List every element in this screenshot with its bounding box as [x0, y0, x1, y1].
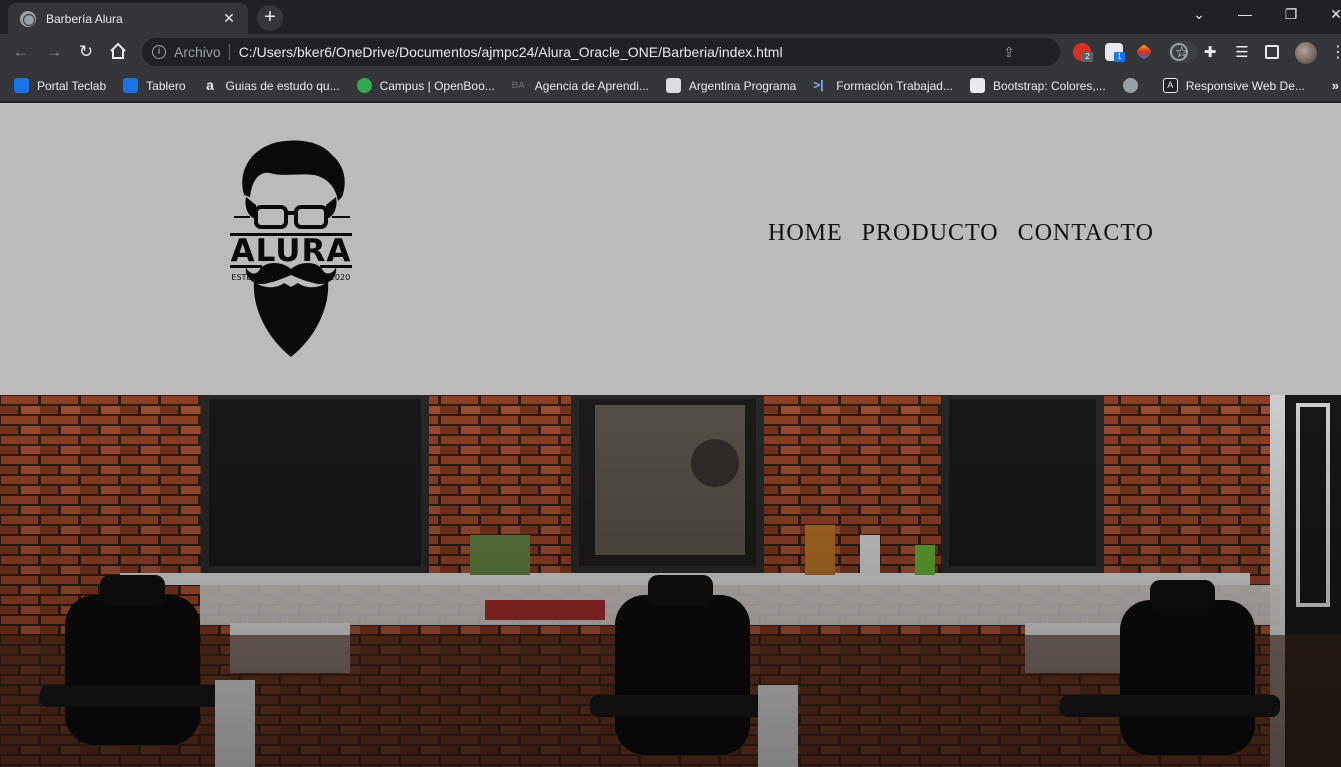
- browser-tab[interactable]: Barbería Alura ✕: [8, 3, 248, 34]
- chat-icon: [356, 78, 372, 93]
- tab-strip: Barbería Alura ✕ + ⌄ — ❐ ✕: [0, 0, 1341, 34]
- side-panel-icon[interactable]: [1265, 45, 1279, 59]
- bookmarks-overflow-button[interactable]: »: [1332, 78, 1339, 93]
- bookmark-label: Tablero: [146, 78, 186, 93]
- reading-list-icon[interactable]: ☰: [1233, 43, 1251, 61]
- home-icon: [110, 42, 126, 59]
- share-icon[interactable]: ⇪: [1000, 44, 1018, 61]
- new-tab-button[interactable]: +: [257, 5, 283, 31]
- bookmark-label: Campus | OpenBoo...: [379, 78, 495, 93]
- bookmark-item[interactable]: Bootstrap: Colores,...: [969, 78, 1106, 93]
- reload-button[interactable]: ↻: [75, 42, 97, 64]
- scheme-label: Archivo: [174, 44, 221, 60]
- bookmark-item[interactable]: Campus | OpenBoo...: [356, 78, 495, 93]
- hero-image: [0, 395, 1341, 767]
- bookmark-item[interactable]: Argentina Programa: [665, 78, 797, 93]
- bookmarks-bar: Portal Teclab Tablero a Guias de estudo …: [0, 70, 1341, 102]
- extension-badge: 2: [1082, 52, 1093, 62]
- bookmark-label: Bootstrap: Colores,...: [992, 78, 1106, 93]
- web-page: ALURA ESTD 2020 HOME PRODUCTO CONTACTO: [0, 103, 1341, 767]
- ba-icon: BA: [511, 80, 525, 90]
- forward-button[interactable]: →: [43, 42, 65, 64]
- barbershop-photo: [0, 395, 1341, 767]
- bookmark-label: Guias de estudo qu...: [225, 78, 340, 93]
- restore-button[interactable]: ❐: [1281, 6, 1301, 23]
- bookmark-item[interactable]: Tablero: [123, 78, 186, 93]
- bookmark-item[interactable]: BA Agencia de Aprendi...: [512, 78, 649, 93]
- address-bar[interactable]: i Archivo C:/Users/bker6/OneDrive/Docume…: [142, 38, 1198, 66]
- bookmark-label: Argentina Programa: [688, 78, 797, 93]
- terminal-icon: [665, 78, 681, 93]
- brackets-icon: >|: [813, 78, 824, 92]
- nav-home-link[interactable]: HOME: [768, 220, 843, 247]
- close-tab-icon[interactable]: ✕: [220, 10, 238, 27]
- alura-logo[interactable]: ALURA ESTD 2020: [226, 137, 356, 359]
- minimize-button[interactable]: —: [1235, 6, 1255, 22]
- extensions-puzzle-icon[interactable]: ✚: [1201, 43, 1219, 61]
- omnibox-divider: [228, 44, 230, 60]
- nav-producto-link[interactable]: PRODUCTO: [862, 220, 999, 247]
- bookmark-label: Portal Teclab: [37, 78, 107, 93]
- home-button[interactable]: [107, 42, 129, 64]
- bookmark-item[interactable]: >| Formación Trabajad...: [813, 78, 953, 93]
- bookmark-label: Agencia de Aprendi...: [534, 78, 649, 93]
- globe-icon: [20, 10, 36, 27]
- extension-red-icon[interactable]: 2: [1073, 43, 1093, 62]
- bookmark-label: Responsive Web De...: [1185, 78, 1305, 93]
- info-icon[interactable]: i: [152, 45, 166, 59]
- extension-c-icon[interactable]: [1170, 43, 1188, 61]
- url-text[interactable]: C:/Users/bker6/OneDrive/Documentos/ajmpc…: [239, 44, 783, 60]
- bookmark-item[interactable]: [1122, 78, 1146, 93]
- extension-video-icon[interactable]: 1: [1105, 43, 1125, 62]
- browser-toolbar: ← → ↻ i Archivo C:/Users/bker6/OneDrive/…: [0, 34, 1341, 70]
- tab-title: Barbería Alura: [46, 11, 123, 26]
- play-icon: [14, 78, 29, 93]
- bookmark-item[interactable]: A Responsive Web De...: [1162, 78, 1305, 93]
- bookmark-label: Formación Trabajad...: [836, 78, 953, 93]
- tab-search-icon[interactable]: ⌄: [1189, 6, 1209, 23]
- logo-brand-text: ALURA: [231, 233, 352, 269]
- nav-contacto-link[interactable]: CONTACTO: [1018, 220, 1154, 247]
- alura-icon: [969, 78, 985, 93]
- play-icon: [123, 78, 139, 93]
- globe-icon: [1122, 78, 1138, 93]
- bookmark-item[interactable]: Portal Teclab: [14, 78, 106, 93]
- extension-badge: 1: [1114, 52, 1125, 62]
- a-icon: A: [1162, 78, 1178, 93]
- close-window-button[interactable]: ✕: [1326, 6, 1341, 23]
- amazon-icon: a: [206, 77, 214, 93]
- menu-icon[interactable]: ⋮: [1330, 42, 1341, 62]
- site-header: ALURA ESTD 2020 HOME PRODUCTO CONTACTO: [0, 103, 1341, 395]
- back-button[interactable]: ←: [10, 42, 32, 64]
- main-nav: HOME PRODUCTO CONTACTO: [768, 220, 1173, 247]
- extension-pen-icon[interactable]: [1135, 43, 1153, 61]
- bookmark-item[interactable]: a Guias de estudo qu...: [203, 77, 340, 93]
- profile-avatar[interactable]: [1295, 42, 1317, 64]
